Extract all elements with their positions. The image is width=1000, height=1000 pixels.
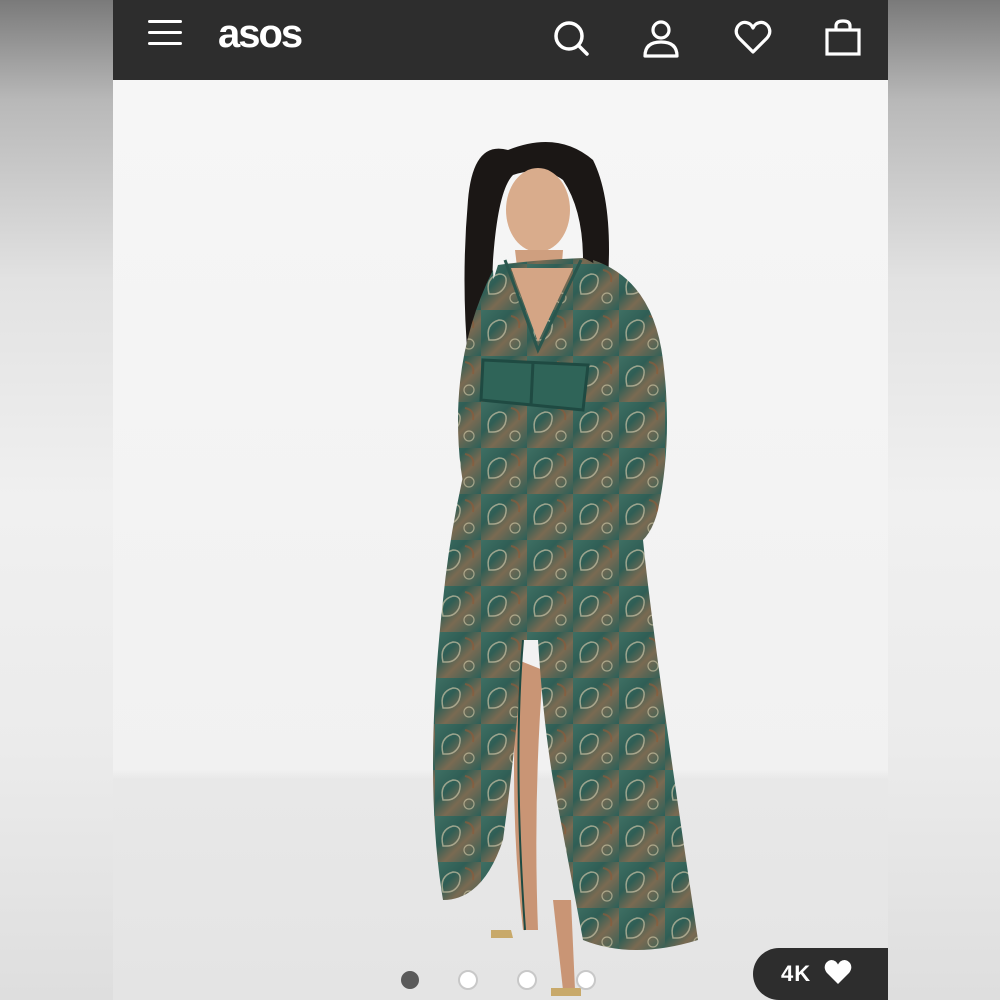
shopping-bag-icon[interactable]	[823, 18, 863, 58]
saved-items-heart-icon[interactable]	[733, 18, 773, 58]
search-icon[interactable]	[551, 18, 591, 58]
asos-logo[interactable]: asos	[218, 12, 303, 57]
carousel-dot-1[interactable]	[401, 971, 419, 989]
image-carousel-dots	[401, 970, 596, 990]
top-nav-bar: asos	[113, 0, 888, 80]
background-left	[0, 0, 113, 1000]
likes-count: 4K	[781, 961, 812, 986]
product-photo[interactable]	[113, 80, 888, 1000]
heart-filled-icon	[823, 958, 853, 991]
carousel-dot-4[interactable]	[576, 970, 596, 990]
likes-badge[interactable]: 4K	[753, 948, 888, 1000]
model-in-paisley-maxi-dress-illustration	[433, 142, 698, 996]
app-screen: asos 4K	[113, 0, 888, 1000]
carousel-dot-3[interactable]	[517, 970, 537, 990]
menu-icon[interactable]	[148, 20, 182, 50]
account-icon[interactable]	[641, 18, 681, 58]
background-right	[888, 0, 1000, 1000]
carousel-dot-2[interactable]	[458, 970, 478, 990]
